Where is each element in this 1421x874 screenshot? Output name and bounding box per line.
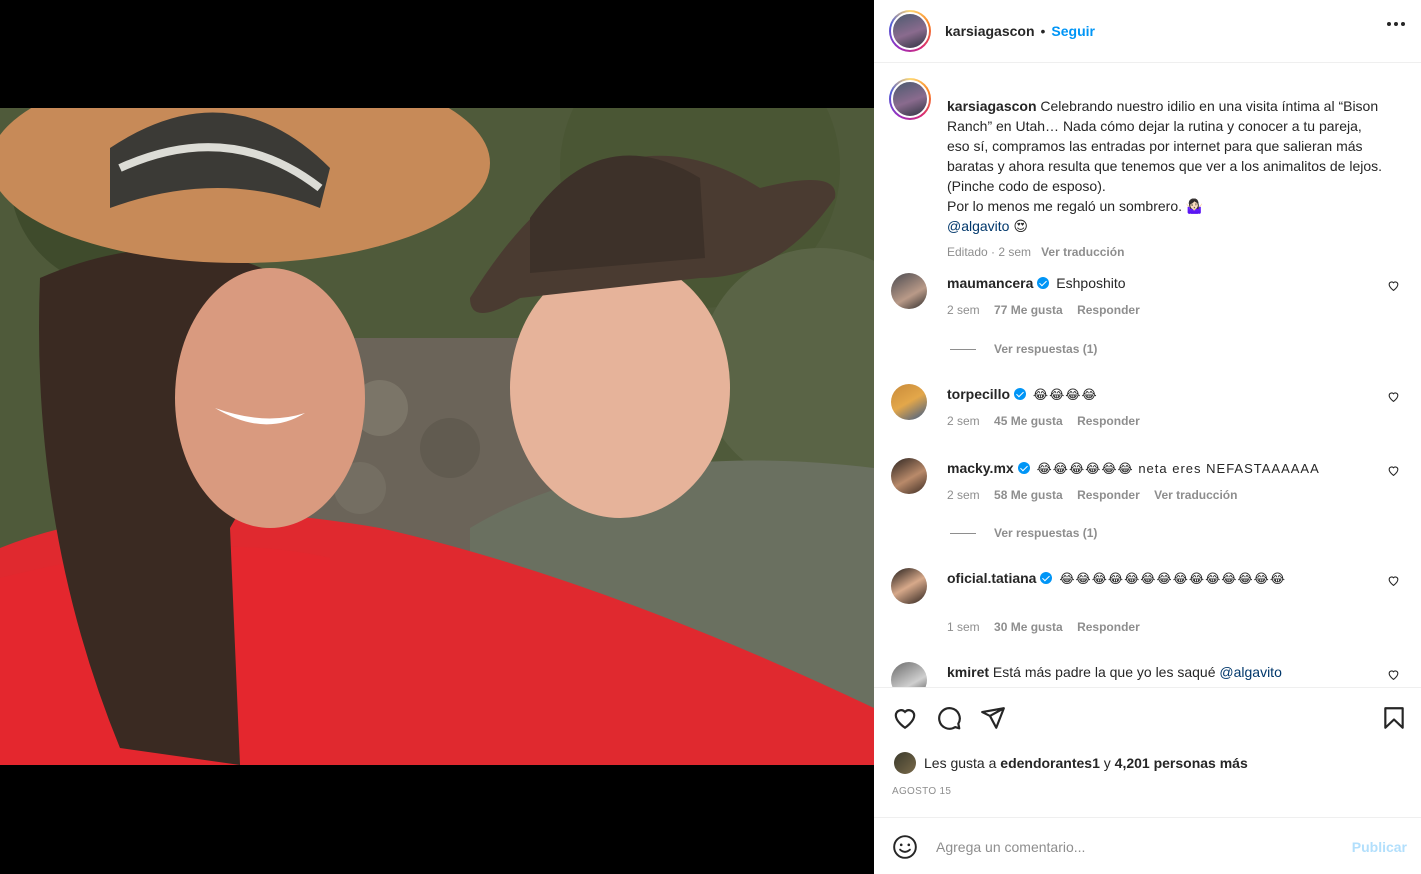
comment-avatar[interactable] [891, 384, 927, 420]
view-replies-label[interactable]: Ver respuestas (1) [994, 342, 1097, 356]
comment-body: maumancera Eshposhito [947, 273, 1377, 294]
comment-body: kmiret Está más padre la que yo les saqu… [947, 662, 1377, 683]
comment-body: torpecillo 😂😂😂😂 [947, 384, 1377, 405]
replies-line [950, 532, 976, 534]
emoji-icon[interactable] [892, 834, 918, 860]
heart-icon[interactable] [892, 705, 918, 731]
verified-icon [1037, 277, 1050, 289]
post-photo[interactable] [0, 108, 874, 765]
comment-username[interactable]: torpecillo [947, 386, 1010, 402]
comment-mention[interactable]: @algavito [1219, 664, 1281, 680]
comment-username[interactable]: oficial.tatiana [947, 570, 1036, 586]
comment-text: 😂😂😂😂😂😂 neta eres NEFASTAAAAAA [1036, 461, 1320, 476]
comment-avatar[interactable] [891, 273, 927, 309]
caption-edited: Editado · 2 sem [947, 245, 1032, 259]
selfie-photo [0, 108, 874, 765]
comment-body: oficial.tatiana 😂😂😂😂😂😂😂😂😂😂😂😂😂😂 [947, 568, 1377, 589]
comment-item: oficial.tatiana 😂😂😂😂😂😂😂😂😂😂😂😂😂😂 1 sem 30 … [891, 568, 1406, 640]
comment-likes[interactable]: 45 Me gusta [994, 414, 1063, 428]
comment-item: torpecillo 😂😂😂😂 2 sem 45 Me gusta Respon… [891, 384, 1406, 434]
comment-heart-icon[interactable] [1387, 464, 1400, 477]
reply-button[interactable]: Responder [1077, 303, 1140, 317]
comment-text: 😂😂😂😂 [1032, 387, 1098, 402]
comment-likes[interactable]: 30 Me gusta [994, 620, 1063, 634]
post-media[interactable] [0, 0, 874, 874]
author-username[interactable]: karsiagascon [945, 23, 1035, 39]
caption-mention[interactable]: @algavito [947, 218, 1009, 234]
reply-button[interactable]: Responder [1077, 414, 1140, 428]
comment-time: 2 sem [947, 414, 980, 428]
caption-mention-emoji: 😍 [1013, 218, 1028, 234]
comment-meta: 2 sem 45 Me gusta Responder [947, 414, 1151, 428]
comment-avatar[interactable] [891, 568, 927, 604]
comment-username[interactable]: macky.mx [947, 460, 1014, 476]
verified-icon [1040, 572, 1053, 584]
comment-meta: 2 sem 77 Me gusta Responder [947, 303, 1151, 317]
reply-button[interactable]: Responder [1077, 620, 1140, 634]
verified-icon [1014, 388, 1027, 400]
follow-button[interactable]: Seguir [1051, 23, 1095, 39]
comment-username[interactable]: maumancera [947, 275, 1033, 291]
post-actions: Les gusta a edendorantes1 y 4,201 person… [874, 687, 1421, 817]
comment-meta: 2 sem 58 Me gusta Responder Ver traducci… [947, 488, 1248, 502]
comment-body: macky.mx 😂😂😂😂😂😂 neta eres NEFASTAAAAAA [947, 458, 1377, 479]
comment-input[interactable] [936, 835, 1336, 859]
publish-button[interactable]: Publicar [1352, 839, 1407, 855]
comments-list[interactable]: karsiagascon Celebrando nuestro idilio e… [874, 64, 1421, 687]
view-replies-button[interactable]: Ver respuestas (1) [950, 342, 1097, 356]
caption-text-block: karsiagascon Celebrando nuestro idilio e… [947, 96, 1387, 262]
comment-likes[interactable]: 77 Me gusta [994, 303, 1063, 317]
comment-time: 1 sem [947, 620, 980, 634]
verified-icon [1017, 462, 1030, 474]
likes-and: y [1103, 755, 1111, 771]
comment-item: macky.mx 😂😂😂😂😂😂 neta eres NEFASTAAAAAA 2… [891, 458, 1406, 508]
comment-item: maumancera Eshposhito 2 sem 77 Me gusta … [891, 273, 1406, 333]
share-icon[interactable] [980, 705, 1006, 731]
comment-translate-button[interactable]: Ver traducción [1154, 488, 1237, 502]
bookmark-icon[interactable] [1381, 705, 1407, 731]
comment-username[interactable]: kmiret [947, 664, 989, 680]
caption-line2: Por lo menos me regaló un sombrero. 🤷🏻‍♀… [947, 198, 1204, 214]
separator-dot: • [1040, 23, 1046, 39]
comment-heart-icon[interactable] [1387, 390, 1400, 403]
comment-icon[interactable] [936, 705, 962, 731]
likes-prefix: Les gusta a [924, 755, 997, 771]
view-replies-label[interactable]: Ver respuestas (1) [994, 526, 1097, 540]
post-panel: karsiagascon • Seguir karsiagascon Celeb… [874, 0, 1421, 874]
comment-likes[interactable]: 58 Me gusta [994, 488, 1063, 502]
comment-avatar[interactable] [891, 662, 927, 687]
comment-text: 😂😂😂😂😂😂😂😂😂😂😂😂😂😂 [1059, 571, 1287, 586]
comment-heart-icon[interactable] [1387, 574, 1400, 587]
post-header: karsiagascon • Seguir [874, 0, 1421, 63]
likes-others[interactable]: 4,201 personas más [1115, 755, 1248, 771]
reply-button[interactable]: Responder [1077, 488, 1140, 502]
liker-username[interactable]: edendorantes1 [1000, 755, 1100, 771]
comment-heart-icon[interactable] [1387, 668, 1400, 681]
post-date[interactable]: AGOSTO 15 [892, 786, 951, 797]
view-replies-button[interactable]: Ver respuestas (1) [950, 526, 1097, 540]
comment-text: Está más padre la que yo les saqué [992, 664, 1216, 680]
caption-meta: Editado · 2 sem Ver traducción [947, 242, 1387, 262]
comment-avatar[interactable] [891, 458, 927, 494]
likes-summary: Les gusta a edendorantes1 y 4,201 person… [894, 752, 1248, 774]
caption-translate-button[interactable]: Ver traducción [1041, 245, 1124, 259]
comment-heart-icon[interactable] [1387, 279, 1400, 292]
comment-time: 2 sem [947, 303, 980, 317]
replies-line [950, 348, 976, 350]
caption-avatar[interactable] [889, 78, 931, 120]
liker-avatar[interactable] [894, 752, 916, 774]
caption-username[interactable]: karsiagascon [947, 98, 1037, 114]
add-comment-bar: Publicar [874, 817, 1421, 874]
author-avatar[interactable] [889, 10, 931, 52]
comment-meta: 1 sem 30 Me gusta Responder [947, 620, 1151, 634]
comment-item: kmiret Está más padre la que yo les saqu… [891, 662, 1406, 687]
comment-text: Eshposhito [1056, 275, 1126, 291]
comment-time: 2 sem [947, 488, 980, 502]
more-icon[interactable] [1387, 22, 1405, 26]
